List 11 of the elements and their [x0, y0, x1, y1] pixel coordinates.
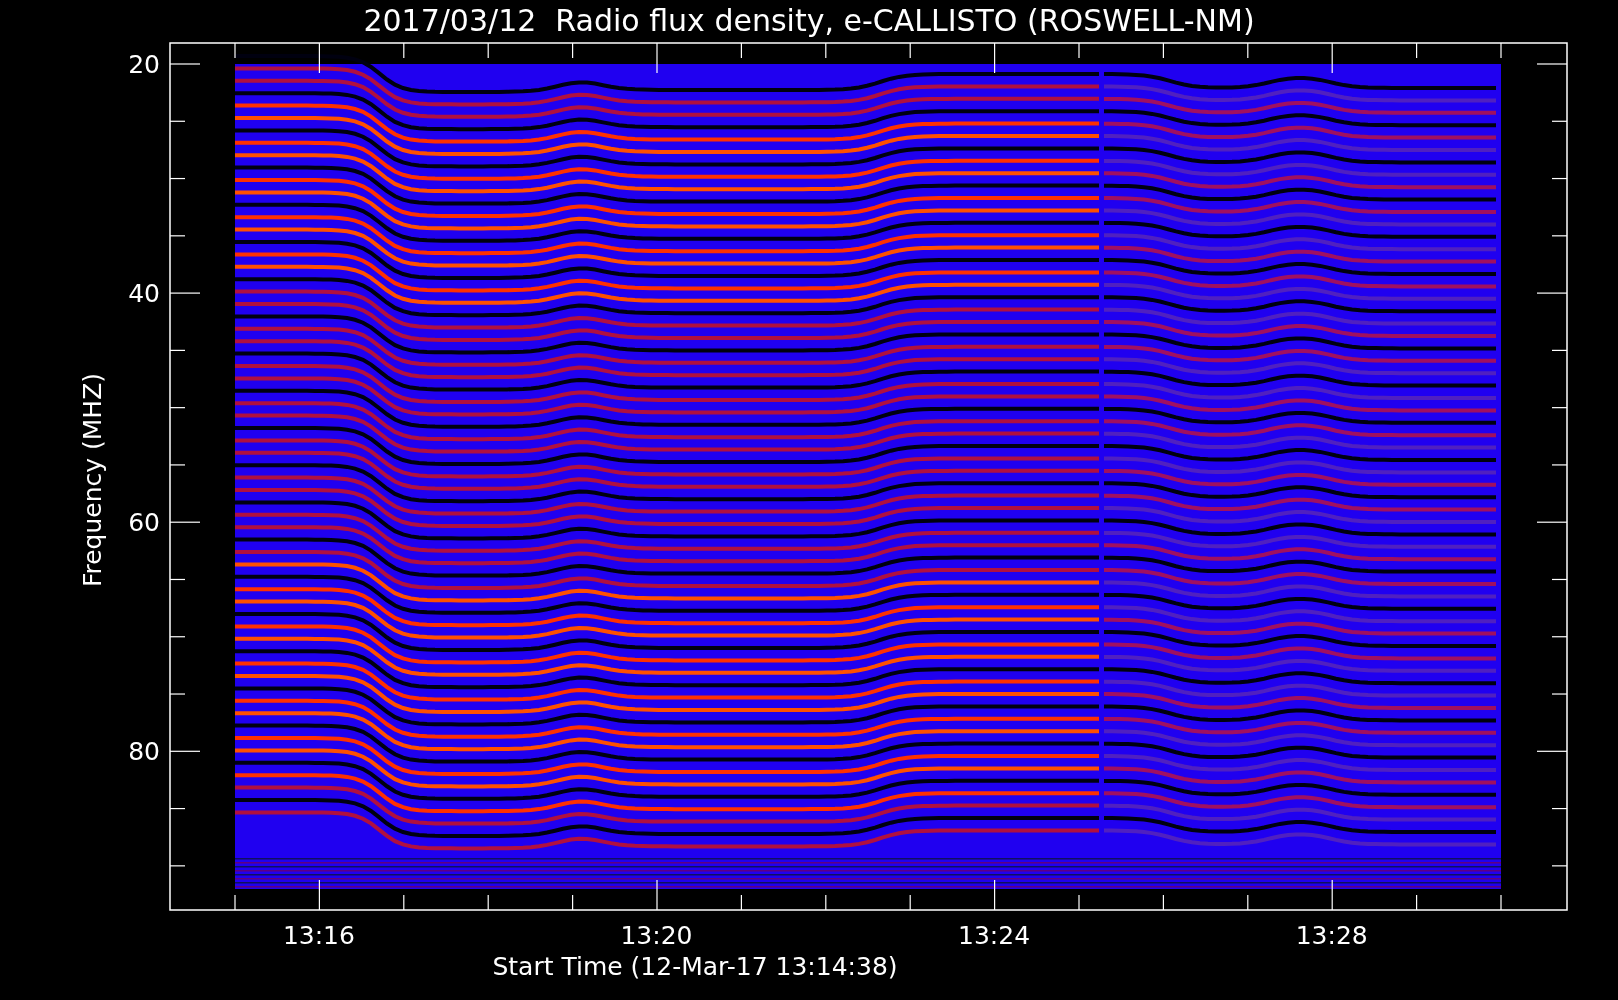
y-axis-label: Frequency (MHZ): [78, 372, 107, 588]
y-tick-label: 60: [128, 508, 160, 538]
x-axis-label: Start Time (12-Mar-17 13:14:38): [492, 952, 898, 981]
y-tick-label: 40: [128, 279, 160, 309]
y-tick-label: 20: [128, 50, 160, 79]
x-tick-label: 13:28: [1295, 921, 1368, 950]
chart-title: 2017/03/12 Radio flux density, e-CALLISTO (ROSWELL-NM): [363, 3, 1255, 38]
x-tick-label: 13:20: [620, 921, 693, 950]
y-tick-label: 80: [128, 737, 160, 767]
x-tick-label: 13:24: [958, 921, 1031, 950]
x-tick-label: 13:16: [282, 921, 355, 950]
